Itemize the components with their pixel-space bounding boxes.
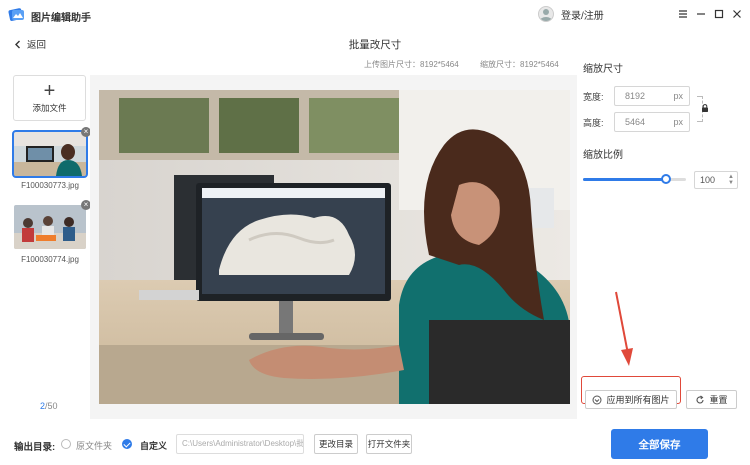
output-bar: 输出目录: 原文件夹 自定义 C:\Users\Administrator\De…: [0, 425, 750, 465]
app-title: 图片编辑助手: [31, 13, 91, 24]
scale-slider-fill: [583, 178, 667, 181]
scaled-size-info: 缩放尺寸：8192*5464: [480, 60, 559, 69]
radio-custom-folder[interactable]: [122, 439, 132, 449]
original-folder-label: 原文件夹: [76, 441, 113, 451]
preview-image: [99, 90, 570, 404]
width-value: 8192: [625, 91, 646, 101]
menu-icon[interactable]: [676, 7, 690, 21]
file-name: F100030774.jpg: [21, 255, 79, 264]
scale-value: 100: [700, 175, 716, 185]
page-total: /50: [45, 401, 58, 411]
reset-label: 重置: [709, 395, 728, 405]
annotation-arrow-icon: [615, 291, 633, 366]
avatar-icon: [538, 6, 554, 22]
open-folder-button[interactable]: 打开文件夹: [366, 434, 412, 454]
file-thumbnail[interactable]: ×: [12, 127, 91, 178]
height-value: 5464: [625, 117, 646, 127]
file-name: F100030773.jpg: [21, 181, 79, 190]
close-icon[interactable]: [730, 7, 744, 21]
height-label: 高度:: [583, 117, 604, 128]
plus-icon: +: [43, 80, 56, 102]
minimize-icon[interactable]: [694, 7, 708, 21]
reset-button[interactable]: 重置: [686, 390, 737, 409]
add-file-label: 添加文件: [32, 103, 67, 113]
apply-icon: [592, 395, 602, 404]
output-label: 输出目录:: [14, 442, 56, 453]
window-controls: [676, 7, 744, 21]
file-thumbnail[interactable]: ×: [14, 200, 91, 249]
scale-slider-handle[interactable]: [661, 174, 672, 184]
resize-title: 缩放尺寸: [583, 64, 623, 75]
apply-to-all-button[interactable]: 应用到所有图片: [585, 390, 677, 409]
sub-header: 返回 批量改尺寸: [0, 30, 750, 56]
title-bar: 图片编辑助手 登录/注册: [0, 0, 750, 30]
width-label: 宽度:: [583, 91, 604, 102]
refresh-icon: [696, 395, 705, 404]
thumbnail-image: [14, 205, 86, 249]
upload-size-info: 上传图片尺寸：8192*5464: [364, 60, 459, 69]
page-title: 批量改尺寸: [348, 39, 402, 51]
login-button[interactable]: 登录/注册: [538, 6, 604, 22]
custom-folder-label: 自定义: [140, 441, 168, 451]
save-all-button[interactable]: 全部保存: [611, 429, 708, 459]
width-unit: px: [673, 91, 683, 101]
scale-title: 缩放比例: [583, 150, 623, 161]
height-unit: px: [673, 117, 683, 127]
width-row: 宽度: 8192 px: [583, 86, 690, 106]
radio-original-folder[interactable]: [61, 439, 71, 449]
scale-slider[interactable]: [583, 174, 686, 184]
apply-label: 应用到所有图片: [606, 395, 670, 405]
height-input[interactable]: 5464 px: [614, 112, 690, 132]
add-file-button[interactable]: + 添加文件: [13, 75, 86, 121]
lock-icon[interactable]: [701, 104, 709, 112]
spinner-icon[interactable]: ▲ ▼: [728, 174, 734, 186]
file-list: + 添加文件: [13, 75, 86, 121]
login-label: 登录/注册: [561, 10, 604, 22]
width-input[interactable]: 8192 px: [614, 86, 690, 106]
change-directory-button[interactable]: 更改目录: [314, 434, 358, 454]
page-indicator: 2/50: [40, 401, 58, 411]
scale-input[interactable]: 100 ▲ ▼: [694, 171, 738, 189]
height-row: 高度: 5464 px: [583, 112, 690, 132]
thumbnail-image: [12, 130, 88, 178]
output-path-field[interactable]: C:\Users\Administrator\Desktop\批: [176, 434, 304, 454]
app-logo-icon: [8, 8, 24, 21]
maximize-icon[interactable]: [712, 7, 726, 21]
